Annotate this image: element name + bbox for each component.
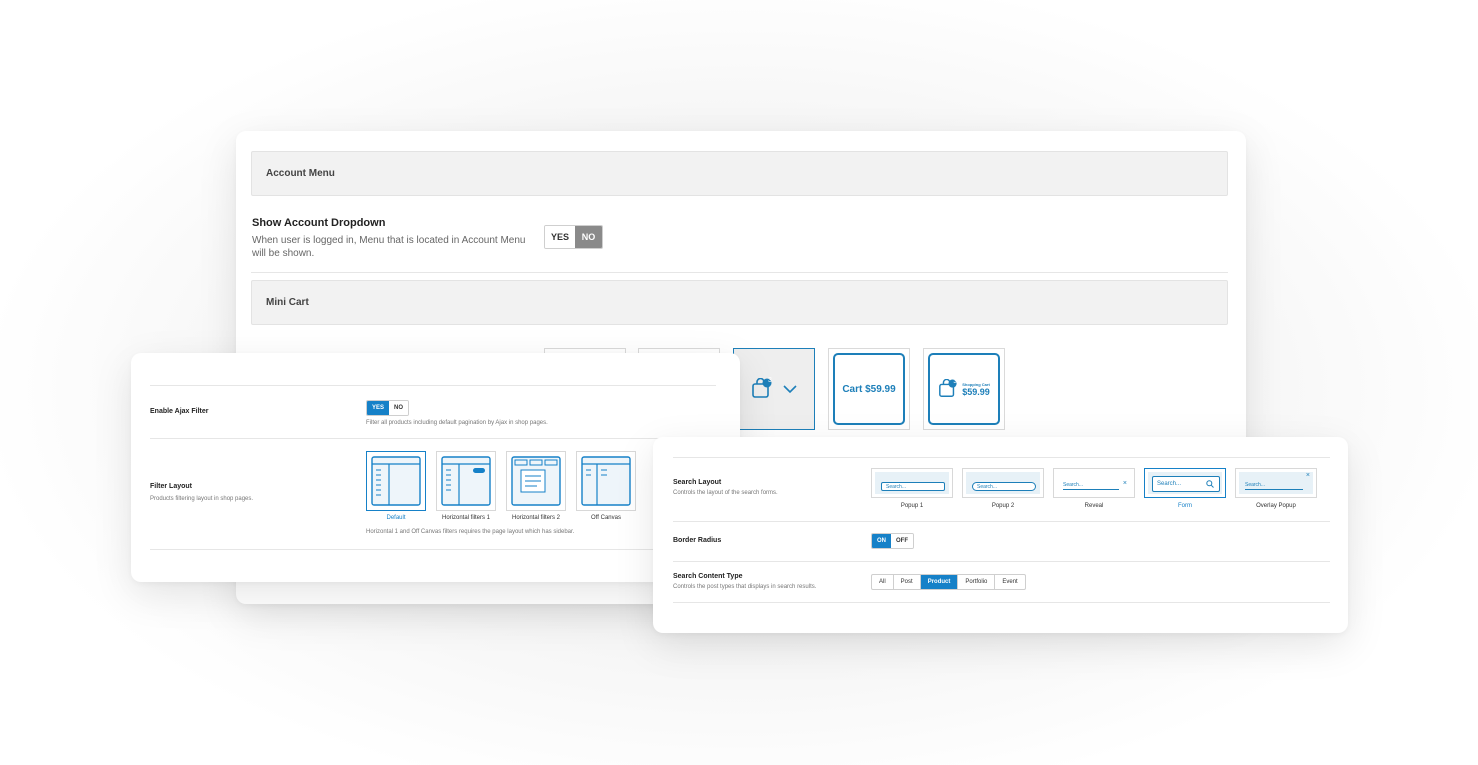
- mini-cart-preview: 3 Shopping Cart $59.99: [928, 353, 1000, 425]
- divider: [150, 549, 716, 550]
- search-icon: [1206, 480, 1214, 488]
- mini-cart-option-icon-text-total[interactable]: 3 Shopping Cart $59.99: [923, 348, 1005, 430]
- search-layout-popup-2[interactable]: Search...: [962, 468, 1044, 498]
- content-type-post[interactable]: Post: [894, 575, 921, 589]
- filter-layout-off-canvas[interactable]: [576, 451, 636, 511]
- chevron-down-icon: [783, 385, 797, 394]
- content-type-portfolio[interactable]: Portfolio: [958, 575, 996, 589]
- search-layout-reveal[interactable]: Search... ×: [1053, 468, 1135, 498]
- search-layout-description: Controls the layout of the search forms.: [673, 490, 778, 496]
- show-account-dropdown-description: When user is logged in, Menu that is loc…: [252, 235, 526, 259]
- layout-off-canvas-icon: [581, 456, 631, 506]
- search-content-type-title: Search Content Type: [673, 573, 743, 580]
- mini-cart-preview: 3: [738, 353, 810, 425]
- layout-horizontal-2-icon: [511, 456, 561, 506]
- divider: [673, 457, 1330, 458]
- search-layout-overlay-popup-label: Overlay Popup: [1256, 503, 1296, 509]
- search-preview: Search... ×: [1057, 472, 1131, 494]
- search-preview: × Search...: [1239, 472, 1313, 494]
- no-option[interactable]: NO: [575, 226, 602, 248]
- search-content-type-description: Controls the post types that displays in…: [673, 584, 817, 590]
- mini-cart-option-text-total[interactable]: Cart $59.99: [828, 348, 910, 430]
- search-layout-title: Search Layout: [673, 479, 722, 486]
- search-layout-popup-1-label: Popup 1: [900, 503, 924, 509]
- no-option[interactable]: NO: [389, 401, 409, 415]
- divider: [673, 521, 1330, 522]
- search-bar-preview: Search...: [972, 482, 1036, 491]
- mini-cart-section-header[interactable]: Mini Cart: [251, 280, 1228, 325]
- filter-layout-title: Filter Layout: [150, 483, 193, 490]
- off-option[interactable]: OFF: [891, 534, 913, 548]
- cart-text-group: Shopping Cart $59.99: [962, 382, 990, 397]
- divider: [150, 438, 716, 439]
- search-layout-form[interactable]: Search...: [1144, 468, 1226, 498]
- layout-horizontal-1-icon: [441, 456, 491, 506]
- show-account-dropdown-toggle[interactable]: YES NO: [544, 225, 603, 249]
- divider: [673, 602, 1330, 603]
- mini-cart-option-icon-dropdown[interactable]: 3: [733, 348, 815, 430]
- yes-option[interactable]: YES: [367, 401, 390, 415]
- cart-count-badge: 3: [768, 377, 772, 384]
- on-option[interactable]: ON: [872, 534, 891, 548]
- ajax-filter-title: Enable Ajax Filter: [150, 408, 209, 415]
- search-preview: Search...: [1148, 472, 1222, 494]
- ajax-filter-toggle[interactable]: YES NO: [366, 400, 410, 416]
- show-account-dropdown-title: Show Account Dropdown: [252, 217, 386, 229]
- account-menu-section-header[interactable]: Account Menu: [251, 151, 1228, 196]
- filter-layout-horizontal-2[interactable]: [506, 451, 566, 511]
- search-options-panel: Search Layout Controls the layout of the…: [653, 437, 1348, 633]
- border-radius-title: Border Radius: [673, 537, 722, 544]
- filter-layout-note: Horizontal 1 and Off Canvas filters requ…: [366, 529, 575, 535]
- close-icon: ×: [1122, 480, 1127, 487]
- search-bar-preview: Search...: [1245, 482, 1303, 490]
- search-bar-preview: Search...: [881, 482, 945, 491]
- filter-layout-off-canvas-label: Off Canvas: [591, 515, 621, 521]
- divider: [150, 385, 716, 386]
- content-type-product[interactable]: Product: [920, 575, 959, 589]
- cart-count-badge: 3: [953, 379, 957, 385]
- filter-layout-description: Products filtering layout in shop pages.: [150, 496, 254, 502]
- content-type-all[interactable]: All: [872, 575, 894, 589]
- layout-default-icon: [371, 456, 421, 506]
- search-layout-form-label: Form: [1178, 503, 1192, 509]
- close-icon: ×: [1305, 472, 1310, 479]
- search-bar-preview: Search...: [1063, 482, 1119, 490]
- ajax-filter-description: Filter all products including default pa…: [366, 420, 548, 426]
- search-content-type-selector[interactable]: All Post Product Portfolio Event: [871, 574, 1026, 590]
- divider: [251, 272, 1228, 273]
- search-preview: Search...: [966, 472, 1040, 494]
- filter-layout-default[interactable]: [366, 451, 426, 511]
- search-layout-reveal-label: Reveal: [1084, 503, 1104, 509]
- cart-total-label: Cart $59.99: [842, 383, 896, 395]
- search-layout-popup-1[interactable]: Search...: [871, 468, 953, 498]
- content-type-event[interactable]: Event: [995, 575, 1024, 589]
- shop-filter-options-panel: Enable Ajax Filter YES NO Filter all pro…: [131, 353, 740, 582]
- border-radius-toggle[interactable]: ON OFF: [871, 533, 914, 549]
- yes-option[interactable]: YES: [545, 226, 575, 248]
- mini-cart-preview: Cart $59.99: [833, 353, 905, 425]
- filter-layout-horizontal-1[interactable]: [436, 451, 496, 511]
- mini-cart-heading: Mini Cart: [266, 297, 309, 308]
- account-menu-heading: Account Menu: [266, 168, 335, 179]
- search-layout-overlay-popup[interactable]: × Search...: [1235, 468, 1317, 498]
- cart-total-label: $59.99: [962, 386, 990, 397]
- divider: [673, 561, 1330, 562]
- search-preview: Search...: [875, 472, 949, 494]
- search-layout-popup-2-label: Popup 2: [991, 503, 1015, 509]
